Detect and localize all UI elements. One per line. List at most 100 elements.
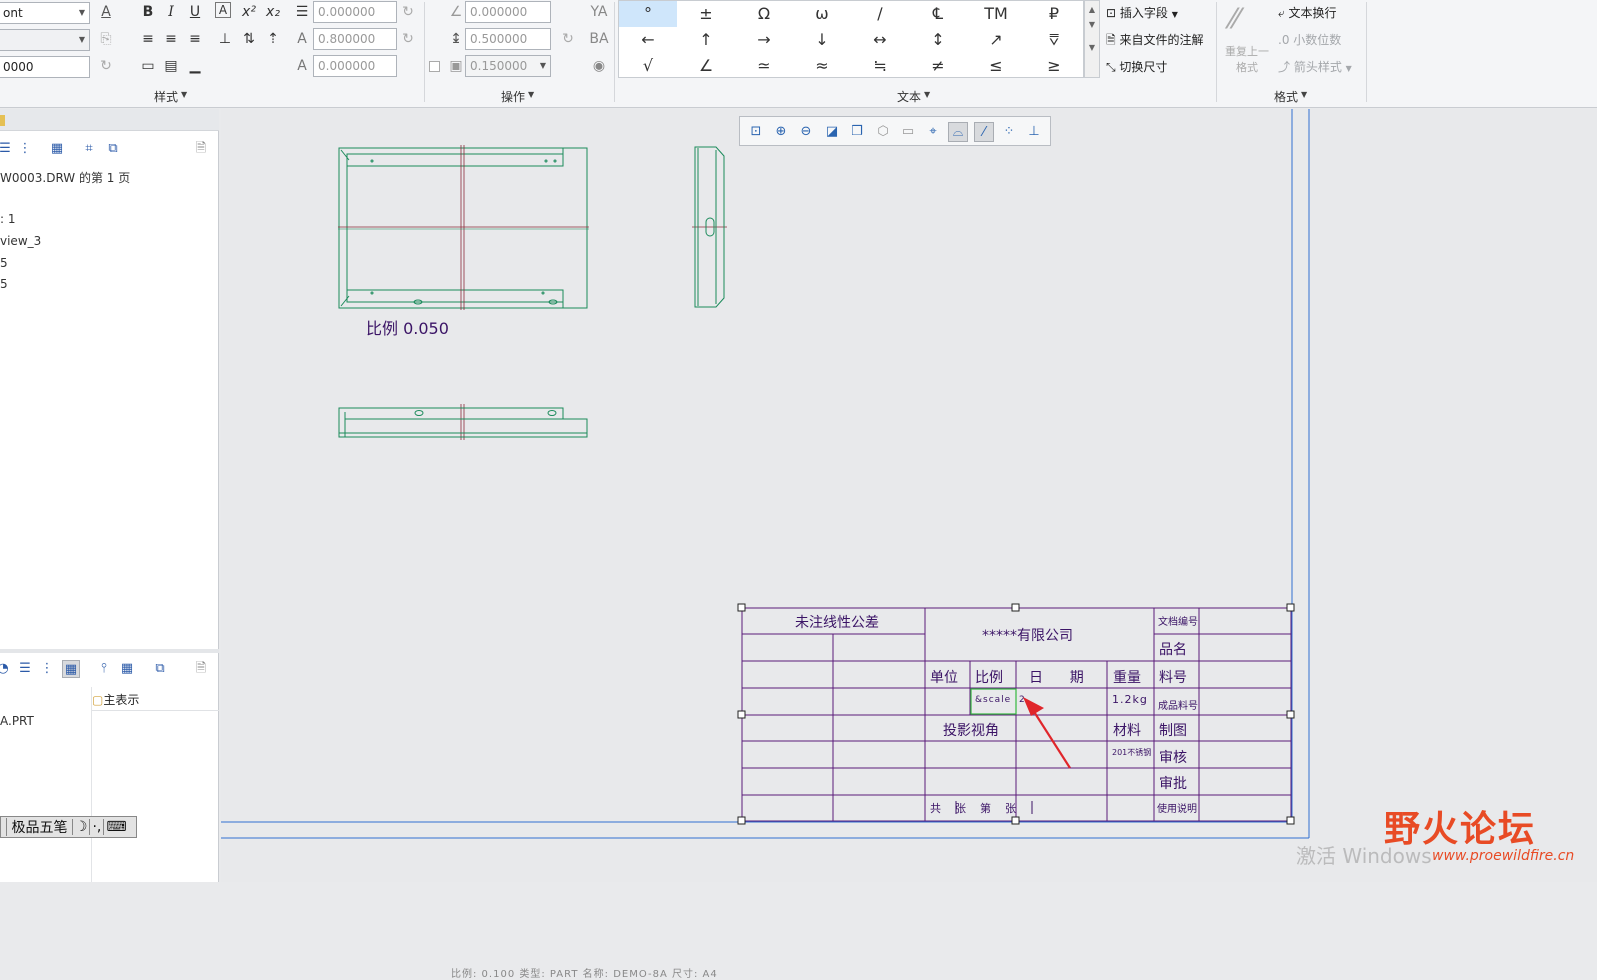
reset-icon[interactable]: ↻ xyxy=(558,29,578,49)
symbol-button[interactable]: ₽ xyxy=(1025,1,1083,27)
from-file-note-button[interactable]: 🗎 来自文件的注解 xyxy=(1106,31,1203,52)
show-icon[interactable]: ◔ xyxy=(0,660,12,678)
drafted-by-label[interactable]: 制图 xyxy=(1159,723,1187,739)
doc-number-label[interactable]: 文档编号 xyxy=(1158,615,1198,628)
rotate-text-icon[interactable]: BA xyxy=(589,29,609,49)
align-left-icon[interactable]: ≡ xyxy=(138,29,158,49)
symbol-button[interactable]: ↔ xyxy=(851,27,909,53)
mirror-icon[interactable]: YA xyxy=(589,2,609,22)
spacing-field[interactable]: 0.500000 xyxy=(465,28,551,50)
border-offset-icon[interactable]: ▣ xyxy=(446,56,466,76)
chevron-down-icon[interactable]: ▼ xyxy=(75,3,89,23)
symbol-button[interactable]: √ xyxy=(619,53,677,79)
outline-text-icon[interactable]: A xyxy=(215,2,231,18)
symbol-button[interactable]: ≃ xyxy=(735,53,793,79)
symbol-button[interactable]: ≤ xyxy=(967,53,1025,79)
symbol-button[interactable]: ↑ xyxy=(677,27,735,53)
scroll-down-icon[interactable]: ▼ xyxy=(1085,20,1099,29)
text-color-icon[interactable]: A xyxy=(96,2,116,22)
symbol-button[interactable]: ≠ xyxy=(909,53,967,79)
drawing-canvas[interactable]: 比例 0.050 未注线性公差 *****有限公司 文档编号 品名 单位 比例 … xyxy=(221,109,1597,980)
offset-field[interactable]: 0.150000 ▼ xyxy=(465,55,551,77)
line-spacing-field[interactable]: 0.000000 xyxy=(313,1,397,23)
arrow-style-button[interactable]: ⤴ 箭头样式 ▼ xyxy=(1278,58,1352,75)
drawing-sheet[interactable]: 比例 0.050 未注线性公差 *****有限公司 文档编号 品名 单位 比例 … xyxy=(221,109,1597,882)
repeat-last-format-button[interactable]: 重复上一格式 xyxy=(1222,44,1272,76)
material-number-label[interactable]: 料号 xyxy=(1159,670,1187,686)
decimal-places-button[interactable]: .0 小数位数 xyxy=(1278,31,1341,48)
align-right-icon[interactable]: ≡ xyxy=(185,29,205,49)
filter-icon[interactable]: ⫯ xyxy=(95,660,113,678)
underline-icon[interactable]: U xyxy=(185,2,205,22)
material-value[interactable]: 201不锈钢 xyxy=(1112,747,1151,757)
product-number-label[interactable]: 成品料号 xyxy=(1158,699,1198,712)
symbol-button[interactable]: ∕ xyxy=(851,1,909,27)
copy-format-icon[interactable]: ⎘ xyxy=(96,29,116,49)
slant-icon[interactable]: A xyxy=(292,56,312,76)
symbol-button[interactable]: → xyxy=(735,27,793,53)
symbol-button[interactable]: ≥ xyxy=(1025,53,1083,79)
spacing-icon[interactable]: ↨ xyxy=(446,29,466,49)
symbol-button[interactable]: TM xyxy=(967,1,1025,27)
settings-tree-icon[interactable]: ▦ xyxy=(118,660,136,678)
table-icon[interactable]: ▦ xyxy=(62,660,80,678)
text-style-field[interactable]: ▼ xyxy=(0,29,90,51)
part-name-label[interactable]: 品名 xyxy=(1159,642,1187,658)
layer-tree-icon[interactable]: ▦ xyxy=(48,140,66,158)
symbol-button[interactable]: ≈ xyxy=(793,53,851,79)
datum-display-icon[interactable]: ⌖ xyxy=(923,122,943,142)
tree-item-view[interactable]: view_3 xyxy=(0,234,41,248)
group-label-ops[interactable]: 操作 xyxy=(501,88,525,105)
symbol-button[interactable]: ± xyxy=(677,1,735,27)
refit-icon[interactable]: ⊡ xyxy=(746,122,766,142)
tree-item[interactable]: : 1 xyxy=(0,212,16,226)
layers-icon[interactable]: ⧉ xyxy=(151,660,169,678)
subscript-icon[interactable]: x₂ xyxy=(263,2,283,22)
tree-list-icon[interactable]: ☰ xyxy=(0,140,14,158)
refresh-icon[interactable]: ↻ xyxy=(96,56,116,76)
palette-icon[interactable]: ◉ xyxy=(589,56,609,76)
line-spacing-icon[interactable]: ☰ xyxy=(292,2,312,22)
date-value-input[interactable]: 2 xyxy=(1019,695,1025,705)
usage-label[interactable]: 使用说明 xyxy=(1157,802,1197,815)
symbol-button[interactable]: ℄ xyxy=(909,1,967,27)
toggle-dim-button[interactable]: ⤡ 切换尺寸 xyxy=(1106,58,1167,75)
model-item[interactable]: A.PRT xyxy=(0,714,34,728)
saved-views-icon[interactable]: ⬡ xyxy=(873,122,893,142)
tree-list-icon[interactable]: ☰ xyxy=(16,660,34,678)
symbol-button[interactable]: ↗ xyxy=(967,27,1025,53)
unit-label[interactable]: 单位 xyxy=(930,670,958,686)
angle-field[interactable]: 0.000000 xyxy=(465,1,551,23)
display-style-icon[interactable]: ❒ xyxy=(847,122,867,142)
tree-columns-icon[interactable]: ⋮ xyxy=(16,140,34,158)
palette-scrollbar[interactable]: ▲ ▼ ▼ xyxy=(1084,0,1100,78)
view-scale-label[interactable]: 比例 0.050 xyxy=(366,319,449,338)
zoom-out-icon[interactable]: ⊖ xyxy=(796,122,816,142)
frame-full-icon[interactable]: ▭ xyxy=(138,56,158,76)
scale-label[interactable]: 比例 xyxy=(975,670,1003,686)
panel-splitter[interactable] xyxy=(0,649,219,653)
company-name[interactable]: *****有限公司 xyxy=(982,628,1073,644)
repaint-icon[interactable]: ◪ xyxy=(822,122,842,142)
chevron-down-icon[interactable]: ▼ xyxy=(536,56,550,76)
layers-icon[interactable]: ⧉ xyxy=(104,140,122,158)
punctuation-icon[interactable]: ·, xyxy=(89,819,104,835)
reset-icon[interactable]: ↻ xyxy=(398,2,418,22)
sheet-count-label[interactable]: 共 张 第 张 xyxy=(930,801,1016,815)
align-center-icon[interactable]: ≡ xyxy=(161,29,181,49)
tree-item[interactable]: 5 xyxy=(0,277,8,291)
spin-center-icon[interactable]: ⁄ xyxy=(974,122,994,142)
italic-icon[interactable]: I xyxy=(161,2,181,22)
insert-field-button[interactable]: ⊡ 插入字段 ▼ xyxy=(1106,4,1178,21)
group-label-format[interactable]: 格式 xyxy=(1274,88,1298,105)
text-wrap-button[interactable]: ⤶ 文本换行 xyxy=(1278,4,1337,21)
scroll-up-icon[interactable]: ▲ xyxy=(1085,5,1099,14)
tree-item[interactable]: 5 xyxy=(0,256,8,270)
align-middle-icon[interactable]: ⇅ xyxy=(239,29,259,49)
superscript-icon[interactable]: x² xyxy=(239,2,259,22)
frame-icon[interactable]: ⌗ xyxy=(80,140,98,158)
model-column-header[interactable]: ▢主表示 xyxy=(92,691,219,711)
symbol-button[interactable]: Ω xyxy=(735,1,793,27)
annotation-display-icon[interactable]: ⌓ xyxy=(948,122,968,142)
projection-label[interactable]: 投影视角 xyxy=(943,723,999,739)
